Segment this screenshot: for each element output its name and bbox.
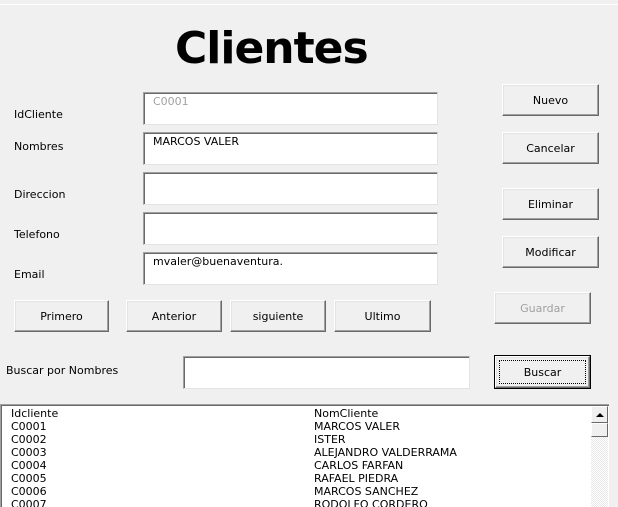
siguiente-button[interactable]: siguiente — [230, 300, 326, 332]
primero-button[interactable]: Primero — [14, 300, 109, 332]
arrow-up-icon — [595, 412, 604, 417]
list-item-name[interactable]: MARCOS SANCHEZ — [314, 485, 584, 498]
list-column-nomcliente: NomCliente MARCOS VALER ISTER ALEJANDRO … — [314, 407, 584, 507]
email-label: Email — [14, 268, 45, 281]
telefono-field[interactable] — [143, 212, 438, 245]
direccion-label: Direccion — [14, 188, 66, 201]
list-item-name[interactable]: MARCOS VALER — [314, 420, 584, 433]
nombres-field[interactable]: MARCOS VALER — [143, 132, 438, 165]
clientes-form: Clientes IdCliente Nombres Direccion Tel… — [0, 0, 618, 507]
nombres-label: Nombres — [14, 140, 64, 153]
scroll-thumb[interactable] — [591, 423, 608, 437]
email-field[interactable]: mvaler@buenaventura. — [143, 252, 438, 285]
list-item-name[interactable]: ISTER — [314, 433, 584, 446]
list-scrollbar[interactable] — [591, 406, 608, 507]
page-title: Clientes — [175, 23, 369, 74]
anterior-button[interactable]: Anterior — [126, 300, 222, 332]
buscar-label: Buscar por Nombres — [6, 364, 119, 377]
list-item-id[interactable]: C0006 — [11, 485, 301, 498]
list-item-id[interactable]: C0002 — [11, 433, 301, 446]
nuevo-button[interactable]: Nuevo — [502, 84, 599, 116]
list-item-name[interactable]: RAFAEL PIEDRA — [314, 472, 584, 485]
list-item-id[interactable]: C0007 — [11, 498, 301, 507]
search-input[interactable] — [183, 356, 470, 389]
modificar-button[interactable]: Modificar — [502, 236, 599, 268]
scroll-track[interactable] — [591, 437, 608, 507]
list-header-nomcliente: NomCliente — [314, 407, 379, 420]
list-item-id[interactable]: C0005 — [11, 472, 301, 485]
list-item-name[interactable]: ALEJANDRO VALDERRAMA — [314, 446, 584, 459]
list-item-id[interactable]: C0004 — [11, 459, 301, 472]
eliminar-button[interactable]: Eliminar — [502, 188, 599, 220]
guardar-button[interactable]: Guardar — [494, 292, 591, 324]
list-item-id[interactable]: C0001 — [11, 420, 301, 433]
buscar-button[interactable]: Buscar — [494, 355, 591, 389]
direccion-field[interactable] — [143, 172, 438, 205]
clientes-list[interactable]: Idcliente C0001 C0002 C0003 C0004 C0005 … — [0, 404, 609, 507]
scroll-up-button[interactable] — [591, 406, 608, 423]
idcliente-field[interactable]: C0001 — [143, 92, 438, 125]
list-column-idcliente: Idcliente C0001 C0002 C0003 C0004 C0005 … — [11, 407, 301, 507]
list-header-idcliente: Idcliente — [11, 407, 59, 420]
cancelar-button[interactable]: Cancelar — [502, 132, 599, 164]
list-item-id[interactable]: C0003 — [11, 446, 301, 459]
list-item-name[interactable]: CARLOS FARFAN — [314, 459, 584, 472]
idcliente-label: IdCliente — [14, 108, 63, 121]
telefono-label: Telefono — [14, 228, 60, 241]
ultimo-button[interactable]: Ultimo — [334, 300, 431, 332]
top-divider — [0, 4, 618, 5]
list-item-name[interactable]: RODOLFO CORDERO — [314, 498, 584, 507]
